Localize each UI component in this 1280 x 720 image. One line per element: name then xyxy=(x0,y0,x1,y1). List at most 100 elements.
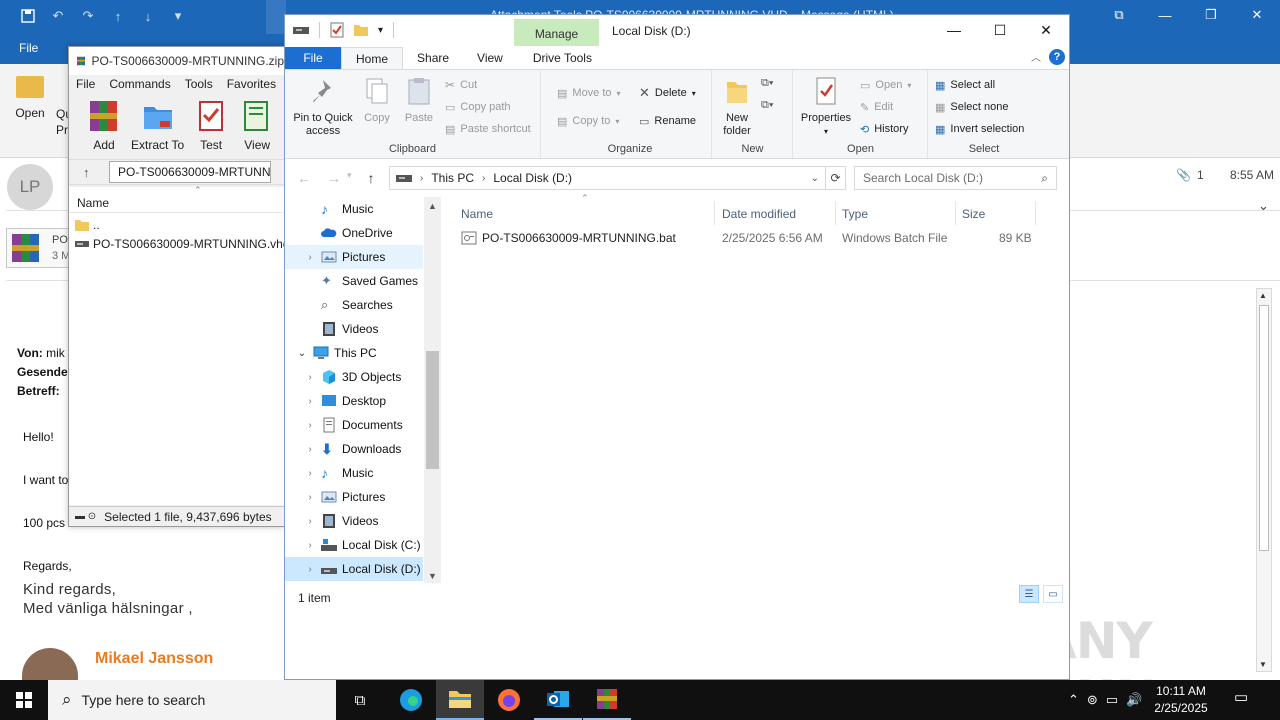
taskbar-outlook[interactable] xyxy=(534,680,582,720)
expand-icon[interactable]: › xyxy=(299,444,321,455)
tree-item-music[interactable]: ♪ Music xyxy=(285,197,423,221)
test-button[interactable]: Test xyxy=(192,99,230,157)
column-header-name[interactable]: Name xyxy=(69,187,284,213)
close-icon[interactable]: ✕ xyxy=(1234,0,1280,30)
tab-share[interactable]: Share xyxy=(403,47,463,69)
help-icon[interactable]: ? xyxy=(1049,49,1065,65)
notification-icon[interactable]: ▭ xyxy=(1234,688,1248,706)
close-icon[interactable]: ✕ xyxy=(1023,15,1069,45)
menu-commands[interactable]: Commands xyxy=(109,77,170,97)
expand-icon[interactable]: › xyxy=(299,468,321,479)
forward-icon[interactable]: → xyxy=(327,170,341,186)
scroll-up-icon[interactable]: ▲ xyxy=(428,201,437,211)
view-button[interactable]: View xyxy=(238,99,276,157)
collapse-ribbon-icon[interactable]: ︿ xyxy=(1031,49,1041,64)
collapse-icon[interactable]: ⌄ xyxy=(291,348,313,359)
scrollbar-thumb[interactable] xyxy=(426,351,439,469)
attachment-tools-tab[interactable] xyxy=(266,0,286,34)
column-header-type[interactable]: Type xyxy=(836,201,956,225)
properties-icon[interactable] xyxy=(330,22,344,38)
menu-tools[interactable]: Tools xyxy=(185,77,213,97)
tab-file[interactable]: File xyxy=(285,47,341,69)
task-view-button[interactable]: ⧉ xyxy=(336,680,384,720)
tree-item-searches[interactable]: ⌕ Searches xyxy=(285,293,423,317)
breadcrumb-this-pc[interactable]: This PC xyxy=(431,171,474,185)
expand-icon[interactable]: › xyxy=(299,516,321,527)
properties-button[interactable]: Properties ▾ xyxy=(800,76,852,138)
history-button[interactable]: ⟲ History xyxy=(860,120,908,138)
up-folder-icon[interactable]: ↑ xyxy=(83,165,103,180)
minimize-icon[interactable]: — xyxy=(1142,0,1188,30)
column-header-size[interactable]: Size xyxy=(956,201,1036,225)
invert-selection-button[interactable]: ▦ Invert selection xyxy=(935,120,1024,138)
expand-icon[interactable]: › xyxy=(299,372,321,383)
taskbar-firefox[interactable] xyxy=(485,680,533,720)
new-folder-button[interactable]: New folder xyxy=(717,76,757,138)
scroll-up-icon[interactable]: ▲ xyxy=(1259,291,1267,300)
expand-icon[interactable]: › xyxy=(299,540,321,551)
undo-icon[interactable]: ↶ xyxy=(50,8,66,24)
refresh-icon[interactable]: ⟳ xyxy=(826,166,846,190)
start-button[interactable] xyxy=(0,680,48,720)
save-icon[interactable] xyxy=(20,8,36,24)
tree-item-local-disk-d[interactable]: › Local Disk (D:) xyxy=(285,557,423,581)
select-none-button[interactable]: ▦ Select none xyxy=(935,98,1009,116)
address-dropdown-icon[interactable]: ⌄ xyxy=(811,173,819,184)
taskbar-clock[interactable]: 10:11 AM 2/25/2025 xyxy=(1140,683,1222,717)
tree-item-videos-pc[interactable]: › Videos xyxy=(285,509,423,533)
tree-item-downloads[interactable]: › ⬇ Downloads xyxy=(285,437,423,461)
customize-icon[interactable]: ▾ xyxy=(170,8,186,24)
taskbar-file-explorer[interactable] xyxy=(436,680,484,720)
tree-item-documents[interactable]: › Documents xyxy=(285,413,423,437)
tree-item-pictures[interactable]: › Pictures xyxy=(285,245,423,269)
column-header-date[interactable]: Date modified xyxy=(716,201,836,225)
security-icon[interactable]: ⊚ xyxy=(1087,692,1098,708)
move-to-button[interactable]: ▤ Move to ▾ xyxy=(557,84,621,102)
tab-home[interactable]: Home xyxy=(341,47,404,69)
large-icons-view-icon[interactable]: ▭ xyxy=(1043,585,1063,603)
tree-item-desktop[interactable]: › Desktop xyxy=(285,389,423,413)
tree-item-videos[interactable]: Videos xyxy=(285,317,423,341)
details-view-icon[interactable]: ☰ xyxy=(1019,585,1039,603)
breadcrumb-separator-icon[interactable]: › xyxy=(420,173,423,184)
chevron-down-icon[interactable]: ⌄ xyxy=(1258,198,1269,214)
recent-locations-icon[interactable]: ▾ xyxy=(347,170,352,186)
cut-button[interactable]: ✂ Cut xyxy=(445,76,477,94)
up-icon[interactable]: ↑ xyxy=(368,170,375,186)
extract-to-button[interactable]: Extract To xyxy=(131,99,184,157)
ribbon-display-icon[interactable]: ⧉ xyxy=(1096,0,1142,30)
address-bar[interactable]: › This PC › Local Disk (D:) ⌄ xyxy=(389,166,826,190)
tree-item-music-pc[interactable]: › ♪ Music xyxy=(285,461,423,485)
open-button[interactable]: ▭ Open ▾ xyxy=(860,76,911,94)
taskbar-edge[interactable] xyxy=(387,680,435,720)
add-button[interactable]: Add xyxy=(85,99,123,157)
paste-button[interactable]: Paste xyxy=(401,76,437,125)
tree-item-this-pc[interactable]: ⌄ This PC xyxy=(285,341,423,365)
expand-icon[interactable]: › xyxy=(299,420,321,431)
taskbar-winrar[interactable] xyxy=(583,680,631,720)
tab-drive-tools[interactable]: Drive Tools xyxy=(517,47,606,69)
tree-item-local-disk-c[interactable]: › Local Disk (C:) xyxy=(285,533,423,557)
scroll-down-icon[interactable]: ▼ xyxy=(428,571,437,581)
winrar-path-field[interactable]: PO-TS006630009-MRTUNNING xyxy=(109,161,271,183)
outlook-file-tab[interactable]: File xyxy=(19,41,38,55)
back-icon[interactable]: ← xyxy=(297,170,311,186)
menu-favorites[interactable]: Favorites xyxy=(227,77,276,97)
expand-icon[interactable]: › xyxy=(299,252,321,263)
down-icon[interactable]: ↓ xyxy=(140,8,156,24)
taskbar-search[interactable]: ⌕ Type here to search xyxy=(48,680,336,720)
select-all-button[interactable]: ▦ Select all xyxy=(935,76,995,94)
delete-button[interactable]: ✕ Delete ▾ xyxy=(639,84,696,102)
search-input[interactable]: Search Local Disk (D:) ⌕ xyxy=(854,166,1057,190)
column-header-name[interactable]: Name xyxy=(455,201,715,225)
paste-shortcut-button[interactable]: ▤ Paste shortcut xyxy=(445,120,531,138)
tree-item-pictures-pc[interactable]: › Pictures xyxy=(285,485,423,509)
navigation-scrollbar[interactable]: ▲ ▼ xyxy=(424,197,441,583)
new-folder-icon[interactable] xyxy=(354,23,368,37)
copy-path-button[interactable]: ▭ Copy path xyxy=(445,98,511,116)
new-item-button[interactable]: ⧉▾ xyxy=(761,74,773,92)
minimize-icon[interactable]: — xyxy=(931,15,977,45)
network-icon[interactable]: ▭ xyxy=(1106,692,1118,708)
pin-quick-access-button[interactable]: Pin to Quick access xyxy=(291,76,355,138)
edit-button[interactable]: ✎ Edit xyxy=(860,98,893,116)
